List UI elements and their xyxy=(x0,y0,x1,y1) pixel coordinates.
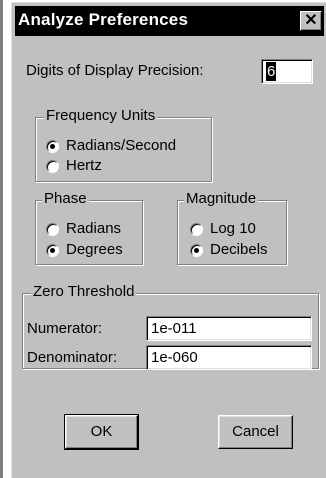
precision-value: 6 xyxy=(266,62,277,81)
radio-radians-per-second[interactable]: Radians/Second xyxy=(46,137,206,157)
radio-label: Decibels xyxy=(210,241,268,258)
radio-label: Radians/Second xyxy=(66,137,177,154)
cancel-button[interactable]: Cancel xyxy=(218,415,293,449)
frequency-units-group: Frequency Units Radians/Second Hertz xyxy=(35,107,212,182)
magnitude-title: Magnitude xyxy=(184,190,259,207)
background-window-edge xyxy=(0,0,3,478)
radio-phase-degrees[interactable]: Degrees xyxy=(46,241,138,261)
radio-label: Hertz xyxy=(66,157,102,174)
frequency-units-title: Frequency Units xyxy=(44,107,158,124)
denominator-value: 1e-060 xyxy=(151,349,198,366)
precision-label: Digits of Display Precision: xyxy=(26,62,204,79)
radio-unselected-icon xyxy=(46,160,59,173)
radio-label: Degrees xyxy=(66,241,123,258)
radio-unselected-icon xyxy=(46,223,59,236)
analyze-preferences-dialog: Analyze Preferences ✕ Digits of Display … xyxy=(11,2,326,478)
title-bar[interactable]: Analyze Preferences ✕ xyxy=(15,6,324,36)
radio-log10[interactable]: Log 10 xyxy=(190,220,282,240)
denominator-input[interactable]: 1e-060 xyxy=(146,345,312,370)
radio-label: Log 10 xyxy=(210,220,256,237)
radio-decibels[interactable]: Decibels xyxy=(190,241,282,261)
numerator-value: 1e-011 xyxy=(151,320,197,337)
radio-selected-icon xyxy=(46,244,59,257)
radio-phase-radians[interactable]: Radians xyxy=(46,220,138,240)
dialog-title: Analyze Preferences xyxy=(18,10,189,29)
radio-unselected-icon xyxy=(190,223,203,236)
radio-selected-icon xyxy=(46,140,59,153)
close-button[interactable]: ✕ xyxy=(300,11,322,31)
radio-hertz[interactable]: Hertz xyxy=(46,157,206,177)
phase-title: Phase xyxy=(42,190,89,207)
numerator-input[interactable]: 1e-011 xyxy=(146,316,312,341)
radio-label: Radians xyxy=(66,220,122,237)
cancel-button-label: Cancel xyxy=(232,423,279,440)
magnitude-group: Magnitude Log 10 Decibels xyxy=(177,190,287,265)
close-icon: ✕ xyxy=(304,12,318,29)
ok-button[interactable]: OK xyxy=(64,414,139,450)
zero-threshold-title: Zero Threshold xyxy=(31,283,137,300)
precision-input[interactable]: 6 xyxy=(261,59,313,84)
phase-group: Phase Radians Degrees xyxy=(35,190,143,265)
numerator-label: Numerator: xyxy=(27,320,103,337)
denominator-label: Denominator: xyxy=(27,349,118,366)
ok-button-label: OK xyxy=(90,423,113,440)
radio-selected-icon xyxy=(190,244,203,257)
